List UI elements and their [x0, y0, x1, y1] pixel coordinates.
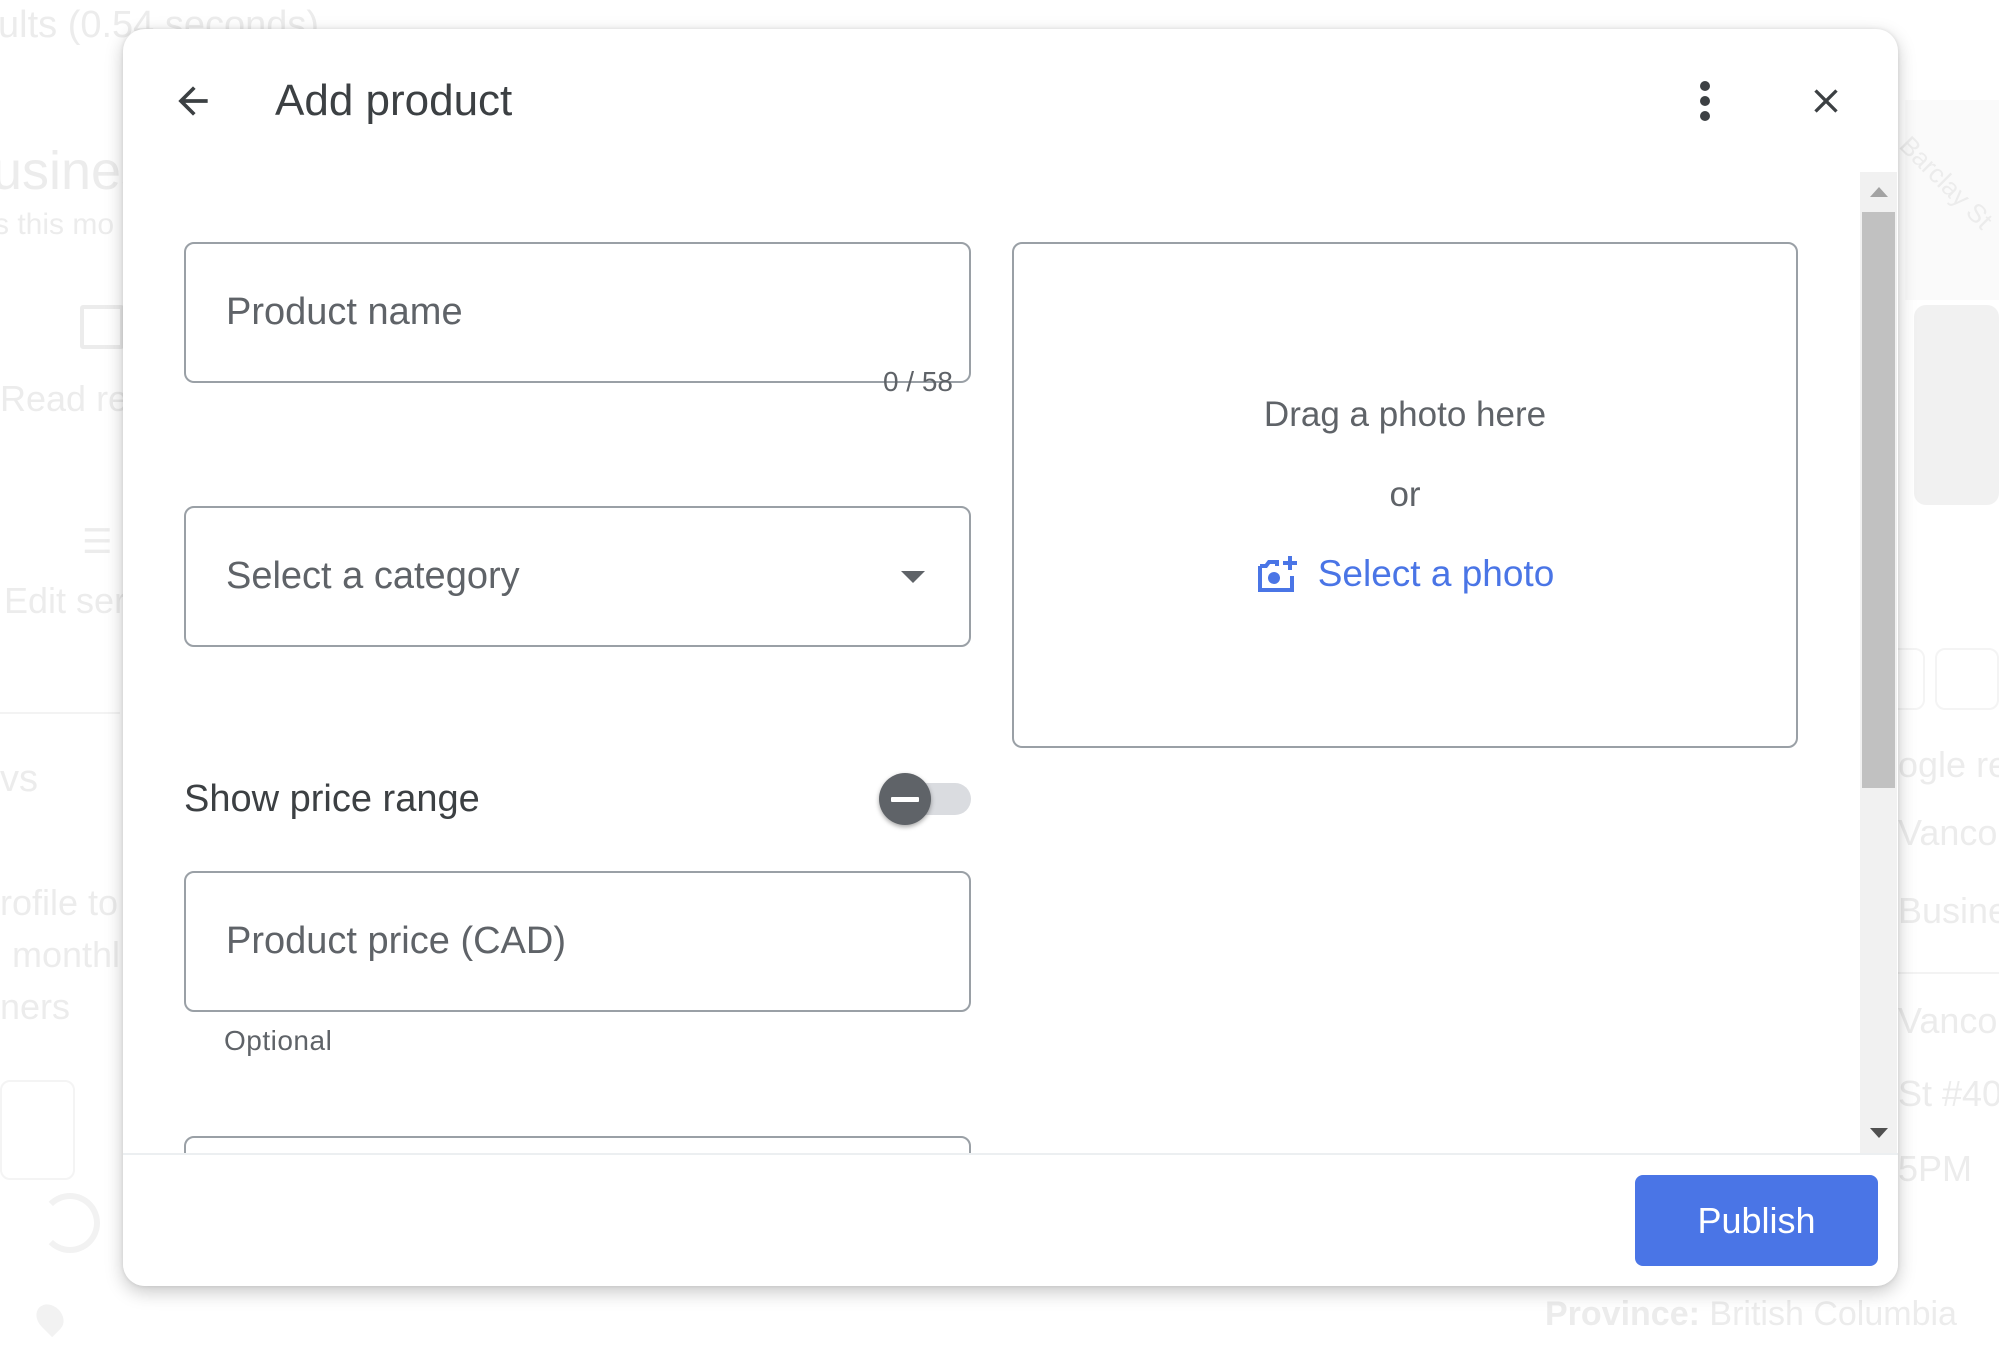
scroll-up-button[interactable]	[1860, 172, 1897, 212]
category-select[interactable]: Select a category	[184, 506, 971, 647]
product-price-field[interactable]	[184, 871, 971, 1012]
address-partial: St #40	[1898, 1073, 1999, 1114]
price-range-toggle[interactable]	[879, 773, 971, 825]
dropdown-caret-icon	[901, 570, 925, 583]
add-photo-icon	[1257, 556, 1297, 592]
hours-partial: 5PM	[1898, 1148, 1973, 1189]
triangle-down-icon	[1869, 1128, 1888, 1138]
review-icon	[80, 305, 124, 349]
add-product-dialog: Add product 0 / 58 Select a category Sho…	[123, 29, 1898, 1286]
minus-icon	[891, 796, 919, 802]
more-vert-icon	[1700, 81, 1710, 121]
business-partial: Busine	[1898, 890, 1999, 931]
business-photo	[1914, 305, 1999, 505]
business-subheading: s this mo	[0, 208, 115, 241]
more-options-button[interactable]	[1679, 73, 1731, 129]
content-scrollbar[interactable]	[1860, 172, 1897, 1153]
category-placeholder: Select a category	[226, 555, 520, 597]
triangle-up-icon	[1869, 187, 1888, 197]
photo-dropzone[interactable]: Drag a photo here or Select a photo	[1012, 242, 1798, 748]
dialog-title: Add product	[275, 76, 513, 125]
product-price-input[interactable]	[226, 920, 969, 963]
promo-card	[0, 1080, 75, 1180]
back-button[interactable]	[163, 73, 223, 129]
or-text: or	[1389, 475, 1421, 514]
list-icon: ☰	[82, 523, 113, 561]
product-description-field[interactable]	[184, 1136, 971, 1153]
city-partial-2: Vancou	[1898, 1000, 1999, 1041]
map-pin-icon	[30, 1298, 70, 1338]
product-name-counter: 0 / 58	[882, 366, 953, 397]
select-photo-label: Select a photo	[1317, 553, 1555, 594]
product-price-helper: Optional	[224, 1025, 333, 1056]
province-row: Province: British Columbia	[1545, 1295, 1957, 1334]
close-button[interactable]	[1795, 73, 1857, 129]
google-reviews-partial: ogle rev	[1898, 744, 1999, 785]
publish-button[interactable]: Publish	[1635, 1175, 1878, 1266]
scrollbar-thumb[interactable]	[1862, 212, 1895, 788]
product-name-input[interactable]	[226, 291, 969, 334]
dialog-footer: Publish	[123, 1153, 1898, 1286]
arrow-back-icon	[178, 86, 208, 116]
reviews-heading: vs	[0, 758, 38, 800]
price-range-label: Show price range	[184, 777, 480, 820]
price-range-row: Show price range	[184, 769, 971, 829]
city-partial: Vancou	[1898, 812, 1999, 853]
drag-photo-text: Drag a photo here	[1263, 395, 1547, 434]
dialog-content: 0 / 58 Select a category Show price rang…	[123, 172, 1898, 1153]
read-reviews-link: Read re	[0, 378, 129, 419]
edit-services-link: Edit ser	[4, 580, 127, 621]
action-chip	[1935, 648, 1999, 710]
product-name-field[interactable]	[184, 242, 971, 383]
divider	[0, 712, 120, 714]
select-photo-button[interactable]: Select a photo	[1256, 553, 1555, 595]
promo-line-2: monthl	[12, 934, 121, 975]
province-label: Province:	[1545, 1295, 1700, 1333]
spinner-icon	[40, 1193, 100, 1253]
divider	[1898, 972, 1999, 974]
promo-line-3: ners	[0, 986, 71, 1027]
scroll-down-button[interactable]	[1860, 1113, 1897, 1153]
province-value: British Columbia	[1709, 1295, 1957, 1333]
promo-line-1: rofile to	[0, 882, 119, 923]
close-icon	[1814, 89, 1838, 113]
toggle-thumb	[879, 773, 931, 825]
